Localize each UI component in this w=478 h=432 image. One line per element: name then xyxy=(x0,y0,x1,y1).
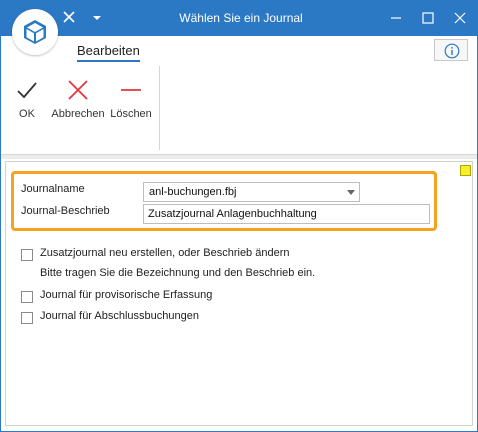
status-indicator xyxy=(460,165,471,176)
provisional-label: Journal für provisorische Erfassung xyxy=(40,289,213,301)
delete-button-label: Löschen xyxy=(110,108,152,120)
cube-icon[interactable] xyxy=(12,9,58,55)
chevron-down-icon[interactable] xyxy=(91,9,103,25)
hint-text: Bitte tragen Sie die Bezeichnung und den… xyxy=(40,267,316,279)
closing-checkbox[interactable] xyxy=(21,312,33,324)
cancel-x-icon xyxy=(68,80,88,100)
ribbon-separator xyxy=(159,66,160,150)
info-icon xyxy=(444,43,460,59)
journal-desc-field[interactable] xyxy=(143,204,430,224)
tab-bearbeiten[interactable]: Bearbeiten xyxy=(77,43,140,62)
close-icon[interactable] xyxy=(447,5,473,31)
ok-button[interactable]: OK xyxy=(11,76,43,120)
closing-label: Journal für Abschlussbuchungen xyxy=(40,310,199,322)
minus-icon xyxy=(121,89,141,91)
maximize-icon[interactable] xyxy=(415,5,441,31)
checkmark-icon xyxy=(17,82,37,99)
journal-name-label: Journalname xyxy=(21,183,85,195)
ribbon-commands: OK Abbrechen Löschen xyxy=(1,66,477,154)
cancel-button-label: Abbrechen xyxy=(51,108,105,120)
journal-name-value: anl-buchungen.fbj xyxy=(149,186,237,198)
ribbon-bottom-border xyxy=(1,154,477,159)
ribbon-tab-bar: Bearbeiten xyxy=(1,36,477,66)
quick-access-close-icon[interactable] xyxy=(61,9,77,25)
ok-button-label: OK xyxy=(19,108,35,120)
provisional-checkbox[interactable] xyxy=(21,291,33,303)
cancel-button[interactable]: Abbrechen xyxy=(51,76,105,120)
title-bar: Wählen Sie ein Journal xyxy=(1,1,477,36)
window-title: Wählen Sie ein Journal xyxy=(179,11,303,25)
new-or-edit-checkbox[interactable] xyxy=(21,249,33,261)
journal-desc-label: Journal-Beschrieb xyxy=(21,205,110,217)
delete-button[interactable]: Löschen xyxy=(109,76,153,120)
minimize-icon[interactable] xyxy=(383,5,409,31)
new-or-edit-label: Zusatzjournal neu erstellen, oder Beschr… xyxy=(40,247,290,259)
journal-name-combo[interactable]: anl-buchungen.fbj xyxy=(143,182,360,202)
dialog-window: Wählen Sie ein Journal Bearbeiten OK Abb… xyxy=(0,0,478,432)
dropdown-arrow-icon[interactable] xyxy=(347,190,355,195)
info-button[interactable] xyxy=(434,39,468,61)
